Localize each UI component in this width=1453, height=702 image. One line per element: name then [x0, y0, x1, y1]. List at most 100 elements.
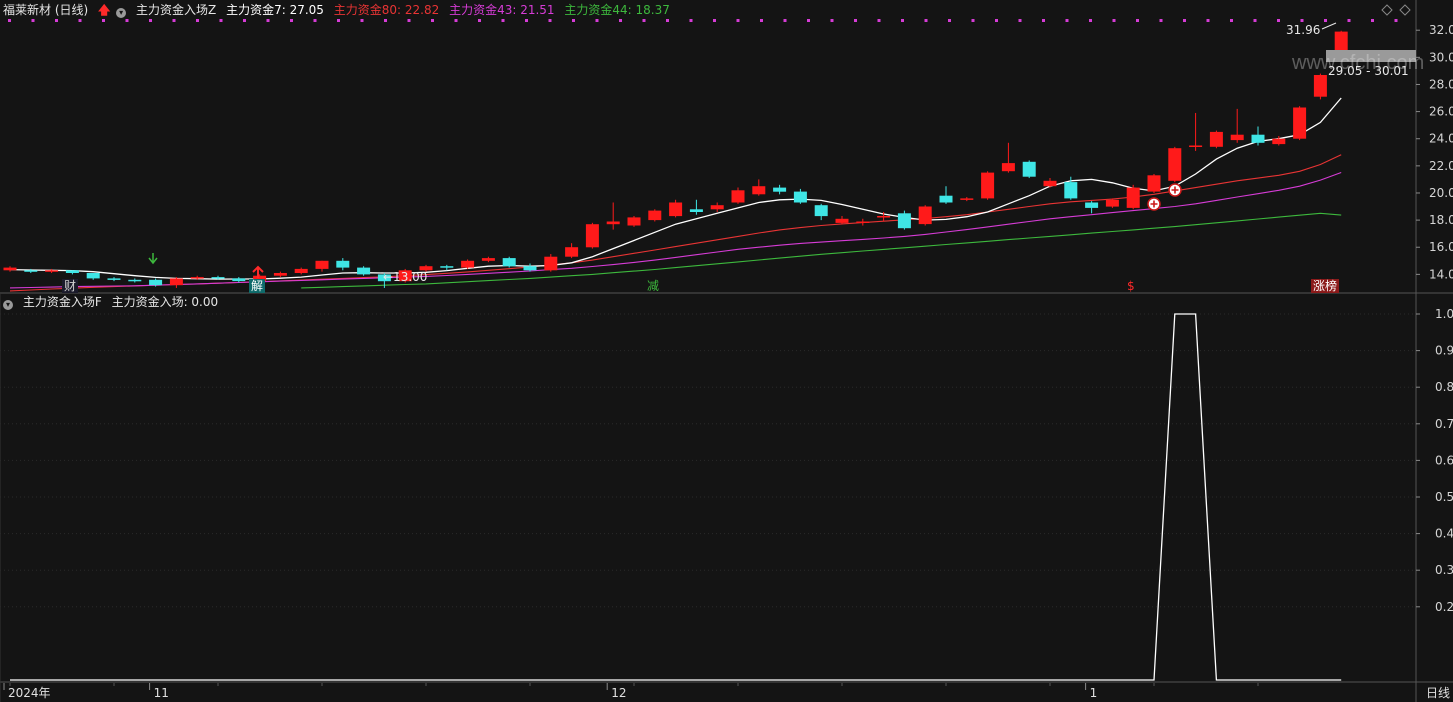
signal-dot: [407, 19, 411, 22]
main-y-tick-label: 18.00: [1429, 213, 1453, 227]
candle: [731, 187, 745, 204]
candle-body: [1313, 75, 1327, 97]
candle: [1001, 142, 1015, 173]
candle-body: [606, 221, 620, 225]
candle-body: [1001, 163, 1015, 172]
signal-dot: [1394, 19, 1398, 22]
candle-body: [835, 218, 849, 223]
signal-dot: [830, 19, 834, 22]
chart-window: 福莱新材 (日线) 🡅 ▾ 主力资金入场Z 主力资金7: 27.05 主力资金8…: [0, 0, 1453, 702]
candle-body: [918, 206, 932, 225]
signal-dot: [1042, 19, 1045, 22]
signal-dot: [854, 19, 857, 22]
signal-dot: [313, 19, 317, 22]
plus-circle-icon: [1147, 197, 1161, 211]
main-y-tick-label: 16.00: [1429, 240, 1453, 254]
chart-canvas[interactable]: 14.00 16.00 18.00 20.00 22.00 24.00 26.00 28.00…: [0, 0, 1453, 702]
candle-body: [856, 221, 870, 223]
x-tick-label: 12: [611, 686, 626, 700]
candle-body: [897, 213, 911, 229]
candle: [169, 277, 183, 288]
candle-body: [960, 198, 974, 200]
signal-dot: [713, 19, 716, 22]
candle-body: [1022, 161, 1036, 177]
plus-circle-icon: [1168, 183, 1182, 197]
candle-body: [669, 202, 683, 217]
signal-dot: [31, 19, 35, 22]
candle-body: [461, 260, 475, 268]
candle-body: [731, 190, 745, 203]
candle: [336, 258, 350, 271]
candle: [232, 277, 246, 283]
candle-body: [1209, 131, 1223, 147]
candle: [1085, 201, 1099, 214]
signal-dot: [689, 19, 693, 22]
high-price-label: 31.96: [1286, 23, 1320, 37]
main-y-tick-label: 28.00: [1429, 77, 1453, 91]
signal-dot: [1206, 19, 1210, 22]
sub-y-tick-label: 0.9: [1435, 344, 1453, 358]
candle-body: [1272, 138, 1286, 145]
signal-dot: [1159, 19, 1163, 22]
signal-dot: [102, 19, 105, 22]
candle: [1105, 198, 1119, 208]
signal-dot: [149, 19, 152, 22]
signal-dot: [736, 19, 740, 22]
signal-dot: [548, 19, 552, 22]
candle-body: [814, 205, 828, 217]
candle-body: [1189, 145, 1203, 147]
candle: [294, 267, 308, 275]
candle-body: [315, 260, 329, 269]
signal-dot: [1277, 19, 1280, 22]
x-tick-label: 2024年: [8, 686, 51, 700]
signal-dot: [1018, 19, 1022, 22]
signal-dot: [196, 19, 199, 22]
candle-body: [273, 273, 287, 276]
candle: [752, 179, 766, 196]
candle: [1251, 126, 1265, 146]
signal-dot: [1183, 19, 1186, 22]
diamond-icon: [1381, 4, 1393, 16]
candle: [793, 188, 807, 204]
main-y-tick-label: 26.00: [1429, 105, 1453, 119]
signal-dot: [454, 19, 458, 22]
candle-body: [773, 187, 787, 192]
candle: [710, 202, 724, 212]
candle: [627, 216, 641, 227]
signal-dot: [760, 19, 763, 22]
candle: [107, 277, 121, 282]
candle-body: [502, 258, 516, 267]
candle: [357, 266, 371, 276]
sub-y-tick-label: 1.0: [1435, 307, 1453, 321]
period-button[interactable]: 日线: [1426, 686, 1450, 700]
candle-body: [211, 277, 225, 279]
candle-body: [939, 195, 953, 203]
candle-body: [357, 267, 371, 275]
signal-dot: [995, 19, 998, 22]
signal-dot: [1253, 19, 1257, 22]
candle-body: [1043, 180, 1057, 187]
main-y-tick-label: 20.00: [1429, 186, 1453, 200]
sub-y-axis: 0.2 0.3 0.4 0.5 0.6 0.7 0.8 0.9 1.0: [0, 307, 1453, 614]
candle-body: [232, 278, 246, 282]
candle-body: [440, 266, 454, 268]
signal-dot: [290, 19, 293, 22]
candle-body: [585, 224, 599, 248]
signal-dot: [1065, 19, 1069, 22]
signal-dot: [525, 19, 528, 22]
event-mark: 财: [64, 279, 76, 293]
candle-body: [627, 217, 641, 226]
candle-body: [1147, 175, 1161, 192]
event-mark: $: [1127, 279, 1135, 293]
candle: [502, 256, 516, 268]
candle: [835, 216, 849, 225]
sub-indicator-line: [10, 313, 1342, 681]
candle-body: [1168, 148, 1182, 181]
candle: [669, 199, 683, 218]
ma44-line: [301, 212, 1342, 289]
candle-body: [523, 266, 537, 271]
signal-dot: [78, 19, 82, 22]
sub-y-tick-label: 0.3: [1435, 563, 1453, 577]
signal-dot: [877, 19, 881, 22]
candle: [481, 256, 495, 263]
